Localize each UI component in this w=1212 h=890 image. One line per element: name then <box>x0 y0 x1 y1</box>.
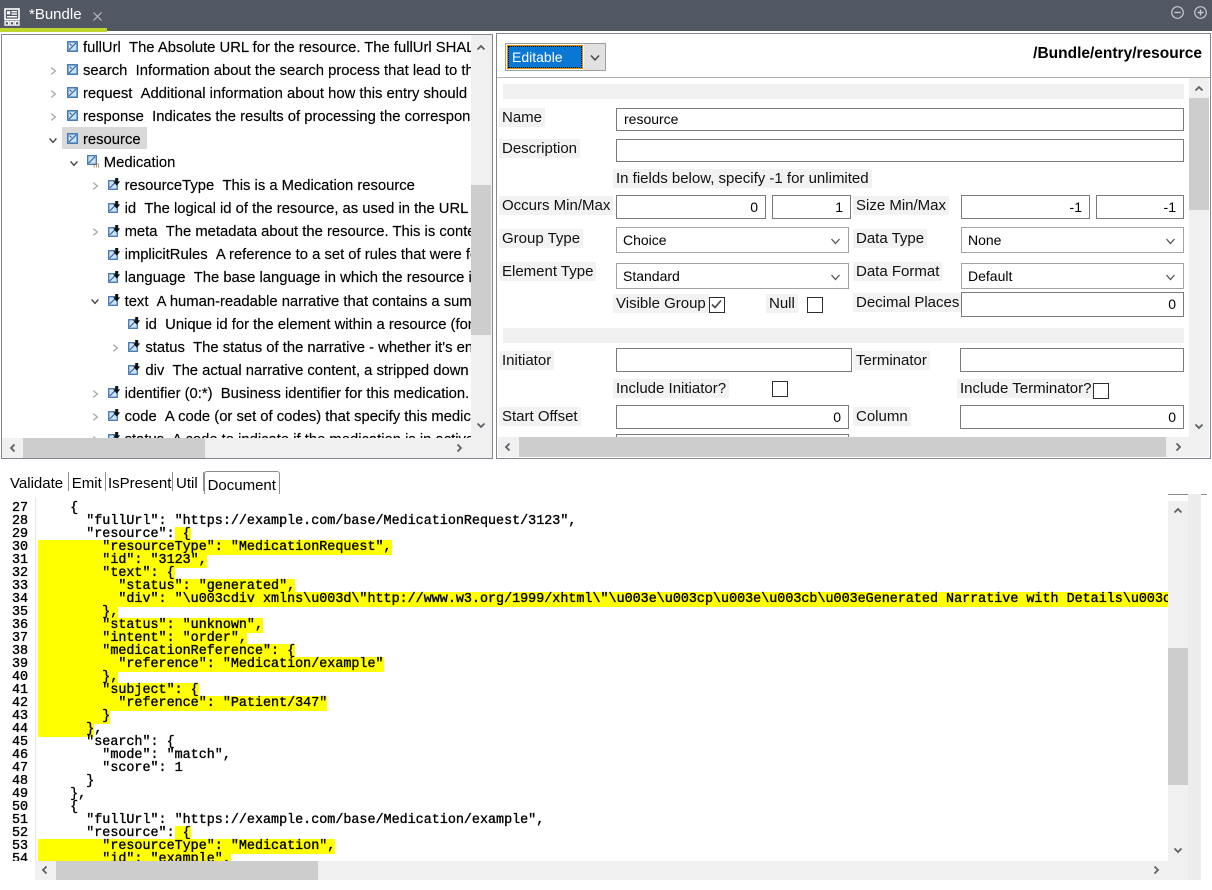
svg-text:m: m <box>93 161 99 168</box>
